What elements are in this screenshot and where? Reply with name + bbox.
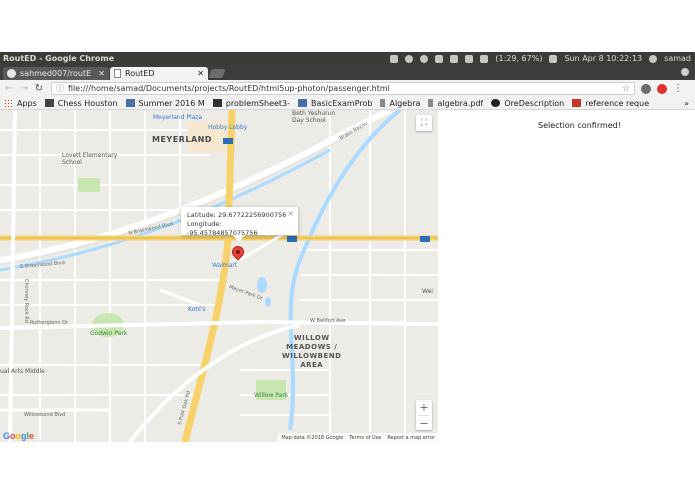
map-label-wei: Wei — [422, 288, 433, 295]
confirmation-message: Selection confirmed! — [538, 121, 621, 130]
profile-icon[interactable] — [681, 68, 689, 76]
page-icon — [125, 99, 135, 107]
zoom-control: + − — [416, 400, 432, 430]
system-tray: (1:29, 67%) Sun Apr 8 10:22:13 samad — [390, 54, 695, 63]
github-icon — [7, 69, 16, 78]
chrome-menu-icon[interactable]: ⋮ — [673, 83, 683, 94]
new-tab-button[interactable] — [208, 69, 226, 78]
map-label-chimney-rock: Chimney Rock Rd — [22, 279, 29, 323]
user-name[interactable]: samad — [664, 54, 691, 63]
page-icon — [572, 99, 582, 107]
mail-icon[interactable] — [435, 54, 444, 63]
apps-icon — [4, 99, 13, 107]
notification-icon[interactable] — [465, 54, 474, 63]
map-label-willowbend: Willowbend Blvd — [24, 412, 66, 418]
page-icon — [428, 99, 434, 107]
extension-icon[interactable] — [641, 83, 651, 94]
page-icon — [380, 99, 386, 107]
map-label-godwin-park: Godwin Park — [90, 330, 128, 337]
volume-icon[interactable] — [549, 54, 558, 63]
bookmarks-bar: Apps Chess Houston Summer 2016 M problem… — [0, 97, 695, 110]
dropbox-icon[interactable] — [390, 54, 399, 63]
chrome-icon[interactable] — [405, 54, 414, 63]
bookmark-oredescription[interactable]: OreDescription — [491, 99, 564, 108]
info-icon[interactable]: ⓘ — [56, 83, 64, 94]
url-text: file:///home/samad/Documents/projects/Ro… — [68, 84, 390, 93]
map-label-hobby-lobby: Hobby Lobby — [208, 124, 248, 131]
fullscreen-button[interactable]: ⛶ — [416, 115, 432, 131]
bookmark-apps[interactable]: Apps — [4, 99, 37, 108]
tab-github[interactable]: sahmed007/routE ✕ — [3, 67, 109, 80]
map-label-meyerland: MEYERLAND — [152, 135, 212, 144]
page-icon — [491, 99, 501, 107]
google-logo[interactable]: Google — [3, 431, 34, 441]
bookmark-reference[interactable]: reference reque — [572, 99, 649, 108]
close-icon[interactable]: × — [287, 209, 294, 218]
map-label-lovett: Lovett Elementary School — [62, 152, 118, 166]
map-label-kohls: Kohl's — [188, 306, 206, 313]
tab-label: RoutED — [125, 69, 155, 78]
battery-icon[interactable] — [480, 54, 489, 63]
clock[interactable]: Sun Apr 8 10:22:13 — [564, 54, 642, 63]
map-label-willow-park: Willow Park — [254, 392, 289, 399]
map-label-willow-meadows: WILLOW MEADOWS / WILLOWBEND AREA — [282, 334, 342, 369]
window-title: RoutED - Google Chrome — [3, 54, 115, 63]
map-label-walmart: Walmart — [212, 262, 238, 269]
zoom-out-button[interactable]: − — [416, 416, 432, 431]
bookmark-chess-houston[interactable]: Chess Houston — [44, 99, 118, 108]
reload-icon[interactable]: ↻ — [33, 83, 45, 94]
close-icon[interactable]: ✕ — [197, 69, 204, 78]
bookmark-algebra-pdf[interactable]: algebra.pdf — [428, 99, 483, 108]
map-label-meyerland-plaza: Meyerland Plaza — [153, 114, 203, 121]
network-icon[interactable] — [420, 54, 429, 63]
page-icon — [212, 99, 222, 107]
bookmark-summer-2016[interactable]: Summer 2016 M — [125, 99, 205, 108]
back-arrow-icon[interactable]: ← — [3, 83, 15, 94]
bookmark-algebra[interactable]: Algebra — [380, 99, 420, 108]
map-attribution: Map data ©2018 Google Terms of Use Repor… — [278, 433, 438, 442]
tab-routed[interactable]: RoutED ✕ — [110, 67, 208, 80]
bluetooth-icon[interactable] — [450, 54, 459, 63]
power-icon[interactable] — [649, 54, 658, 63]
page-icon — [298, 99, 308, 107]
map-label-rutherglenn: Rutherglenn Dr — [30, 320, 69, 326]
address-toolbar: ← → ↻ ⓘ file:///home/samad/Documents/pro… — [0, 80, 695, 97]
more-bookmarks-icon[interactable]: » — [684, 99, 689, 108]
tab-label: sahmed007/routE — [20, 69, 92, 78]
terms-link[interactable]: Terms of Use — [349, 435, 381, 441]
bookmark-basicexam[interactable]: BasicExamProb — [298, 99, 372, 108]
map-label-beth-yeshurun: Beth Yeshurun Day School — [292, 110, 336, 124]
close-icon[interactable]: ✕ — [98, 69, 105, 78]
adblock-icon[interactable] — [657, 83, 667, 94]
report-error-link[interactable]: Report a map error — [387, 435, 435, 441]
latitude-text: Latitude: 29.67722256900756 — [187, 211, 287, 219]
map-label-arts-middle: ual Arts Middle — [0, 368, 45, 375]
bookmark-problemsheet[interactable]: problemSheet3- — [212, 99, 290, 108]
tab-strip: sahmed007/routE ✕ RoutED ✕ — [0, 65, 695, 80]
bookmark-star-icon[interactable]: ☆ — [622, 84, 630, 94]
system-title-bar: RoutED - Google Chrome (1:29, 67%) Sun A… — [0, 52, 695, 65]
longitude-text: Longitude: -95.45784857075756 — [187, 220, 258, 237]
document-icon — [114, 69, 121, 78]
forward-arrow-icon[interactable]: → — [18, 83, 30, 94]
google-map[interactable]: MEYERLAND Meyerland Plaza Hobby Lobby Be… — [0, 110, 438, 442]
page-icon — [44, 99, 54, 107]
info-window: Latitude: 29.67722256900756 Longitude: -… — [181, 207, 298, 242]
map-data-text: Map data ©2018 Google — [281, 434, 344, 441]
map-label-w-bellfort: W Bellfort Ave — [310, 318, 346, 324]
address-input[interactable]: ⓘ file:///home/samad/Documents/projects/… — [51, 82, 635, 95]
battery-status[interactable]: (1:29, 67%) — [495, 54, 542, 63]
zoom-in-button[interactable]: + — [416, 400, 432, 415]
